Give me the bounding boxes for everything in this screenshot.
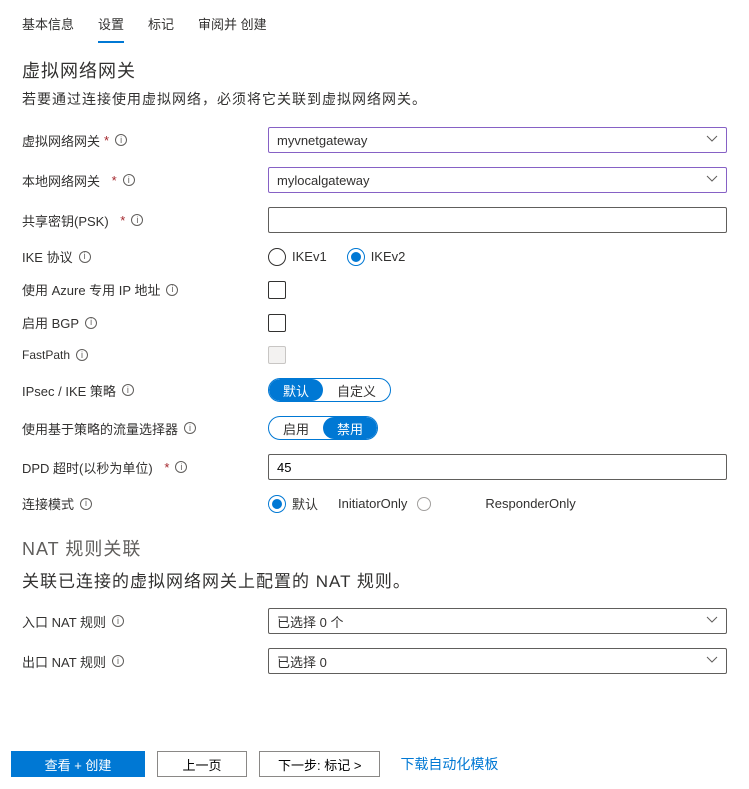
row-vnet-gateway: 虚拟网络网关* i myvnetgateway: [22, 127, 727, 153]
row-traffic-selector: 使用基于策略的流量选择器 i 启用 禁用: [22, 416, 727, 440]
label-psk: 共享密钥(PSK) * i: [22, 211, 268, 230]
row-fastpath: FastPath i: [22, 346, 727, 364]
ipsec-default[interactable]: 默认: [269, 379, 323, 401]
radio-conn-initiator[interactable]: InitiatorOnly: [338, 496, 431, 511]
traffic-disable[interactable]: 禁用: [323, 417, 377, 439]
download-template-link[interactable]: 下载自动化模板: [400, 754, 498, 774]
local-gateway-dropdown[interactable]: mylocalgateway: [268, 167, 727, 193]
row-nat-in: 入口 NAT 规则 i 已选择 0 个: [22, 608, 727, 634]
info-icon[interactable]: i: [76, 349, 88, 361]
row-bgp: 启用 BGP i: [22, 313, 727, 332]
section-title: 虚拟网络网关: [22, 57, 727, 83]
label-traffic-selector: 使用基于策略的流量选择器 i: [22, 419, 268, 438]
row-psk: 共享密钥(PSK) * i: [22, 207, 727, 233]
info-icon[interactable]: i: [112, 655, 124, 667]
radio-ikev2-label: IKEv2: [371, 249, 406, 264]
nat-out-value: 已选择 0: [277, 652, 327, 671]
info-icon[interactable]: i: [175, 461, 187, 473]
radio-ikev1-label: IKEv1: [292, 249, 327, 264]
label-ipsec: IPsec / IKE 策略 i: [22, 381, 268, 400]
info-icon[interactable]: i: [123, 174, 135, 186]
tab-review[interactable]: 审阅并 创建: [198, 10, 267, 43]
tab-basic[interactable]: 基本信息: [22, 10, 74, 43]
info-icon[interactable]: i: [115, 134, 127, 146]
radio-circle-icon: [268, 248, 286, 266]
radio-circle-icon: [268, 495, 286, 513]
nat-out-dropdown[interactable]: 已选择 0: [268, 648, 727, 674]
label-ike: IKE 协议 i: [22, 247, 268, 266]
local-gateway-value: mylocalgateway: [277, 173, 370, 188]
label-dpd: DPD 超时(以秒为单位) * i: [22, 458, 268, 477]
tab-tags[interactable]: 标记: [148, 10, 174, 43]
ipsec-custom[interactable]: 自定义: [323, 379, 390, 401]
chevron-down-icon: [706, 173, 718, 188]
info-icon[interactable]: i: [112, 615, 124, 627]
row-local-gateway: 本地网络网关 * i mylocalgateway: [22, 167, 727, 193]
label-bgp: 启用 BGP i: [22, 313, 268, 332]
info-icon[interactable]: i: [131, 214, 143, 226]
fastpath-checkbox: [268, 346, 286, 364]
radio-conn-default[interactable]: 默认: [268, 494, 318, 513]
info-icon[interactable]: i: [184, 422, 196, 434]
vnet-gateway-value: myvnetgateway: [277, 133, 367, 148]
label-private-ip: 使用 Azure 专用 IP 地址 i: [22, 280, 268, 299]
nat-in-value: 已选择 0 个: [277, 612, 343, 631]
label-nat-in: 入口 NAT 规则 i: [22, 612, 268, 631]
traffic-enable[interactable]: 启用: [269, 417, 323, 439]
label-vnet-gateway: 虚拟网络网关* i: [22, 131, 268, 150]
radio-ikev2[interactable]: IKEv2: [347, 248, 406, 266]
info-icon[interactable]: i: [166, 284, 178, 296]
radio-conn-initiator-label: InitiatorOnly: [338, 496, 407, 511]
psk-input[interactable]: [268, 207, 727, 233]
info-icon[interactable]: i: [80, 498, 92, 510]
label-fastpath: FastPath i: [22, 348, 268, 362]
ipsec-toggle[interactable]: 默认 自定义: [268, 378, 391, 402]
row-private-ip: 使用 Azure 专用 IP 地址 i: [22, 280, 727, 299]
bgp-checkbox[interactable]: [268, 314, 286, 332]
traffic-toggle[interactable]: 启用 禁用: [268, 416, 378, 440]
tab-settings[interactable]: 设置: [98, 10, 124, 43]
label-local-gateway: 本地网络网关 * i: [22, 171, 268, 190]
info-icon[interactable]: i: [79, 251, 91, 263]
row-ike: IKE 协议 i IKEv1 IKEv2: [22, 247, 727, 266]
tab-bar: 基本信息 设置 标记 审阅并 创建: [0, 0, 749, 43]
info-icon[interactable]: i: [85, 317, 97, 329]
label-conn-mode: 连接模式 i: [22, 494, 268, 513]
chevron-down-icon: [706, 614, 718, 629]
vnet-gateway-dropdown[interactable]: myvnetgateway: [268, 127, 727, 153]
radio-circle-icon: [347, 248, 365, 266]
nat-desc: 关联已连接的虚拟网络网关上配置的 NAT 规则。: [22, 567, 727, 592]
nat-in-dropdown[interactable]: 已选择 0 个: [268, 608, 727, 634]
radio-ikev1[interactable]: IKEv1: [268, 248, 327, 266]
main-content: 虚拟网络网关 若要通过连接使用虚拟网络，必须将它关联到虚拟网络网关。 虚拟网络网…: [0, 43, 749, 674]
review-create-button[interactable]: 查看 + 创建: [11, 751, 145, 777]
chevron-down-icon: [706, 654, 718, 669]
radio-circle-icon: [417, 497, 431, 511]
footer: 查看 + 创建 上一页 下一步: 标记 > 下载自动化模板: [11, 751, 749, 777]
row-conn-mode: 连接模式 i 默认 InitiatorOnly ResponderOnly: [22, 494, 727, 513]
row-nat-out: 出口 NAT 规则 i 已选择 0: [22, 648, 727, 674]
info-icon[interactable]: i: [122, 384, 134, 396]
prev-button[interactable]: 上一页: [157, 751, 247, 777]
row-dpd: DPD 超时(以秒为单位) * i: [22, 454, 727, 480]
label-nat-out: 出口 NAT 规则 i: [22, 652, 268, 671]
next-button[interactable]: 下一步: 标记 >: [259, 751, 380, 777]
section-desc: 若要通过连接使用虚拟网络，必须将它关联到虚拟网络网关。: [22, 89, 727, 109]
private-ip-checkbox[interactable]: [268, 281, 286, 299]
chevron-down-icon: [706, 133, 718, 148]
radio-conn-responder[interactable]: ResponderOnly: [485, 496, 575, 511]
row-ipsec: IPsec / IKE 策略 i 默认 自定义: [22, 378, 727, 402]
dpd-input[interactable]: [268, 454, 727, 480]
nat-title: NAT 规则关联: [22, 535, 727, 561]
radio-conn-default-label: 默认: [292, 494, 318, 513]
